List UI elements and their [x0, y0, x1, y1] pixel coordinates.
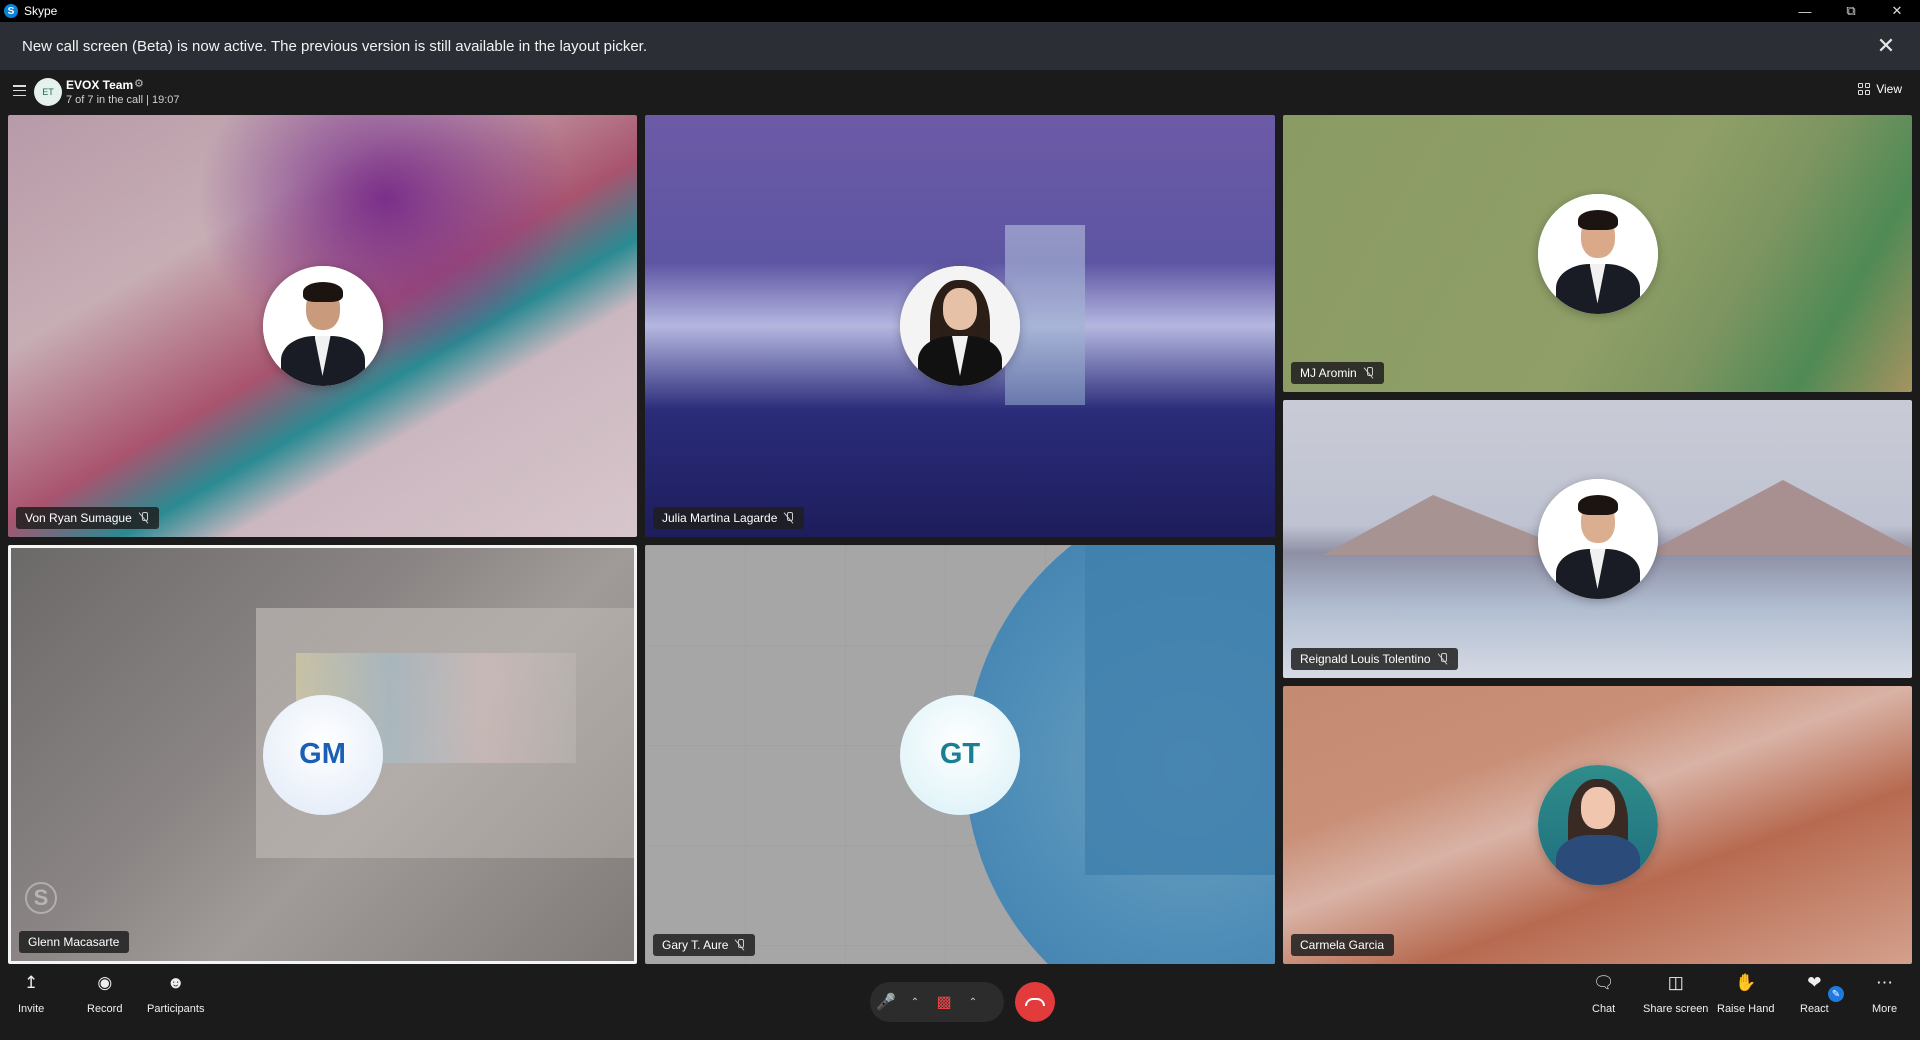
participant-photo — [1537, 765, 1658, 885]
participant-photo — [1537, 479, 1658, 599]
chat-label: Chat — [1592, 1003, 1616, 1015]
participant-name-tag: Reignald Louis Tolentino — [1291, 648, 1458, 670]
mic-off-icon[interactable]: 🎤 — [870, 986, 902, 1018]
invite-button[interactable]: ↥ Invite — [18, 972, 44, 1015]
share-screen-label: Share screen — [1643, 1003, 1709, 1015]
grid-layout-icon — [1858, 83, 1871, 95]
participant-tile[interactable]: Reignald Louis Tolentino — [1283, 400, 1912, 678]
record-button[interactable]: ◉ Record — [87, 972, 122, 1015]
pencil-icon: ✎ — [1826, 984, 1846, 1004]
record-icon: ◉ — [97, 973, 113, 992]
group-settings-icon[interactable]: ⚙ — [134, 77, 144, 90]
more-label: More — [1872, 1003, 1898, 1015]
chat-button[interactable]: 🗨 Chat — [1592, 972, 1615, 1015]
participant-tile[interactable]: MJ Aromin — [1283, 115, 1912, 392]
restore-icon[interactable]: ⧉ — [1828, 0, 1874, 22]
hang-up-button[interactable] — [1015, 982, 1055, 1022]
skype-watermark-icon: S — [25, 882, 57, 914]
group-name[interactable]: EVOX Team — [66, 78, 133, 92]
muted-mic-icon — [784, 512, 794, 524]
participant-name-tag: Julia Martina Lagarde — [653, 507, 805, 529]
invite-label: Invite — [18, 1003, 45, 1015]
view-label: View — [1876, 82, 1902, 96]
participant-name-tag: Glenn Macasarte — [19, 931, 130, 953]
hand-icon: ✋ — [1735, 973, 1757, 992]
heart-icon: ❤ — [1807, 973, 1822, 992]
participant-name: Reignald Louis Tolentino — [1300, 652, 1431, 666]
call-header: ET EVOX Team ⚙ 7 of 7 in the call | 19:0… — [0, 70, 1920, 112]
muted-mic-icon — [735, 939, 745, 951]
participant-tile-active[interactable]: GM S Glenn Macasarte — [8, 545, 637, 964]
participant-name-tag: Gary T. Aure — [653, 934, 756, 956]
view-button[interactable]: View — [1858, 82, 1902, 96]
participant-tile[interactable]: Julia Martina Lagarde — [645, 115, 1275, 537]
banner-message: New call screen (Beta) is now active. Th… — [22, 37, 648, 55]
participant-name: Carmela Garcia — [1300, 938, 1385, 952]
react-label: React — [1800, 1003, 1829, 1015]
raise-hand-label: Raise Hand — [1717, 1003, 1775, 1015]
more-button[interactable]: ⋯ More — [1872, 972, 1897, 1015]
muted-mic-icon — [1364, 367, 1374, 379]
participants-label: Participants — [147, 1003, 205, 1015]
muted-mic-icon — [139, 512, 149, 524]
participant-photo — [900, 266, 1020, 386]
minimize-icon[interactable]: — — [1782, 0, 1828, 22]
participant-photo — [262, 266, 383, 386]
participant-name-tag: MJ Aromin — [1291, 362, 1384, 384]
banner-close-icon[interactable]: ✕ — [1874, 33, 1898, 58]
participant-initials: GT — [900, 694, 1020, 815]
share-screen-button[interactable]: ◫ Share screen — [1643, 972, 1708, 1015]
call-toolbar: ↥ Invite ◉ Record ☻ Participants 🎤 ⌃ ▩ ⌃… — [0, 964, 1920, 1040]
share-screen-icon: ◫ — [1667, 973, 1684, 992]
camera-options-chevron-icon[interactable]: ⌃ — [960, 986, 986, 1018]
muted-mic-icon — [1438, 653, 1448, 665]
close-window-icon[interactable]: ✕ — [1874, 0, 1920, 22]
participant-name: Glenn Macasarte — [28, 935, 120, 949]
participant-tile[interactable]: Von Ryan Sumague — [8, 115, 637, 537]
participant-initials: GM — [262, 694, 383, 815]
title-bar: S Skype — ⧉ ✕ — [0, 0, 1920, 22]
info-banner: New call screen (Beta) is now active. Th… — [0, 22, 1920, 70]
participants-button[interactable]: ☻ Participants — [147, 972, 204, 1015]
participant-tile[interactable]: GT Gary T. Aure — [645, 545, 1275, 964]
react-button[interactable]: ❤ ✎ React — [1800, 972, 1846, 1015]
participant-name-tag: Von Ryan Sumague — [16, 507, 159, 529]
window-controls: — ⧉ ✕ — [1782, 0, 1920, 22]
app-title: Skype — [24, 4, 58, 18]
participant-tile[interactable]: Carmela Garcia — [1283, 686, 1912, 964]
camera-off-icon[interactable]: ▩ — [928, 986, 960, 1018]
skype-logo-icon: S — [4, 4, 18, 18]
hamburger-menu-icon[interactable] — [13, 85, 26, 96]
more-dots-icon: ⋯ — [1876, 973, 1894, 992]
chat-icon: 🗨 — [1592, 973, 1615, 992]
participant-name: Gary T. Aure — [662, 938, 729, 952]
participant-photo — [1537, 193, 1658, 314]
participant-name: MJ Aromin — [1300, 366, 1357, 380]
participant-name: Von Ryan Sumague — [25, 511, 132, 525]
people-icon: ☻ — [166, 973, 185, 992]
raise-hand-button[interactable]: ✋ Raise Hand — [1717, 972, 1774, 1015]
participant-name: Julia Martina Lagarde — [662, 511, 778, 525]
mic-options-chevron-icon[interactable]: ⌃ — [902, 986, 928, 1018]
media-controls: 🎤 ⌃ ▩ ⌃ — [870, 982, 1004, 1022]
participant-name-tag: Carmela Garcia — [1291, 934, 1395, 956]
call-status: 7 of 7 in the call | 19:07 — [66, 94, 180, 106]
share-upload-icon: ↥ — [24, 973, 39, 992]
record-label: Record — [87, 1003, 123, 1015]
group-avatar[interactable]: ET — [34, 78, 62, 106]
hang-up-icon — [1025, 998, 1045, 1006]
